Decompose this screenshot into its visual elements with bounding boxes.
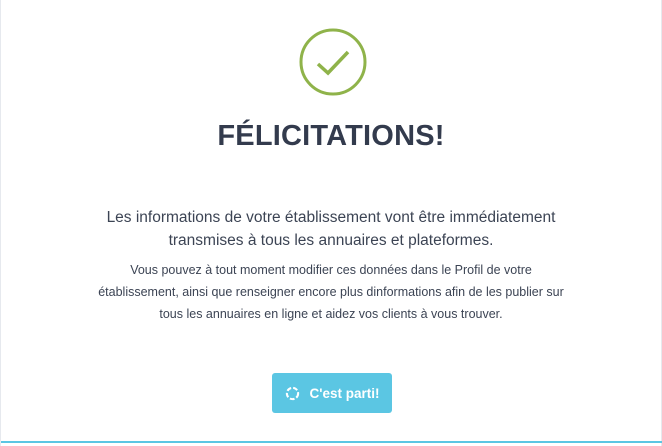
start-button-label: C'est parti!	[309, 385, 380, 401]
details-text: Vous pouvez à tout moment modifier ces d…	[98, 263, 564, 321]
success-dialog: FÉLICITATIONS! Les informations de votre…	[0, 0, 662, 446]
spinner-icon	[285, 386, 299, 400]
check-circle-icon	[299, 28, 367, 96]
start-button[interactable]: C'est parti!	[272, 373, 392, 413]
lead-text: Les informations de votre établissement …	[106, 209, 556, 249]
bottom-divider	[1, 441, 662, 443]
dialog-title: FÉLICITATIONS!	[217, 120, 445, 152]
